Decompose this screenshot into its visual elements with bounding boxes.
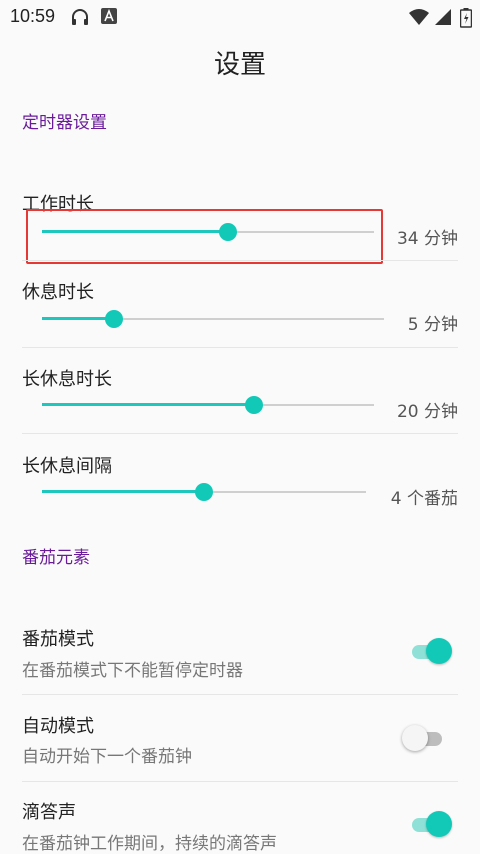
wifi-icon: [408, 8, 430, 30]
ticking-sound-switch[interactable]: [412, 811, 452, 839]
long-break-duration-slider[interactable]: [42, 395, 374, 415]
auto-mode-description: 自动开始下一个番茄钟: [22, 747, 192, 767]
ticking-sound-label: 滴答声: [22, 802, 76, 823]
divider: [22, 781, 458, 782]
break-duration-label: 休息时长: [22, 282, 94, 303]
headphones-icon: [70, 8, 90, 30]
divider: [22, 433, 458, 434]
highlight-box: [26, 209, 383, 264]
slider-thumb[interactable]: [195, 483, 213, 501]
battery-icon: [459, 8, 473, 32]
section-title-tomato: 番茄元素: [22, 548, 90, 568]
slider-thumb[interactable]: [245, 396, 264, 414]
tomato-mode-description: 在番茄模式下不能暂停定时器: [22, 661, 243, 681]
signal-icon: [434, 8, 452, 30]
tomato-mode-switch[interactable]: [412, 638, 452, 666]
section-title-timer: 定时器设置: [22, 113, 107, 133]
long-break-interval-slider[interactable]: [42, 482, 366, 502]
slider-fill: [42, 490, 204, 493]
divider: [22, 347, 458, 348]
a-notification-icon: [101, 8, 117, 28]
ticking-sound-description: 在番茄钟工作期间，持续的滴答声: [22, 834, 277, 854]
long-break-interval-value: 4 个番茄: [390, 489, 458, 509]
work-duration-value: 34 分钟: [396, 229, 458, 249]
auto-mode-switch[interactable]: [402, 725, 444, 753]
divider: [22, 260, 458, 261]
slider-fill: [42, 403, 255, 406]
status-time: 10:59: [10, 6, 56, 26]
tomato-mode-label: 番茄模式: [22, 629, 94, 650]
break-duration-value: 5 分钟: [407, 315, 458, 335]
status-bar: 10:59: [0, 0, 480, 34]
break-duration-slider[interactable]: [42, 309, 384, 329]
long-break-duration-label: 长休息时长: [22, 369, 112, 390]
long-break-interval-label: 长休息间隔: [22, 456, 112, 477]
long-break-duration-value: 20 分钟: [396, 402, 458, 422]
switch-thumb: [402, 725, 428, 751]
page-title: 设置: [213, 50, 266, 80]
auto-mode-label: 自动模式: [22, 716, 94, 737]
switch-thumb: [426, 638, 452, 664]
switch-thumb: [426, 811, 452, 837]
divider: [22, 694, 458, 695]
slider-thumb[interactable]: [104, 310, 123, 328]
slider-fill: [42, 317, 114, 320]
